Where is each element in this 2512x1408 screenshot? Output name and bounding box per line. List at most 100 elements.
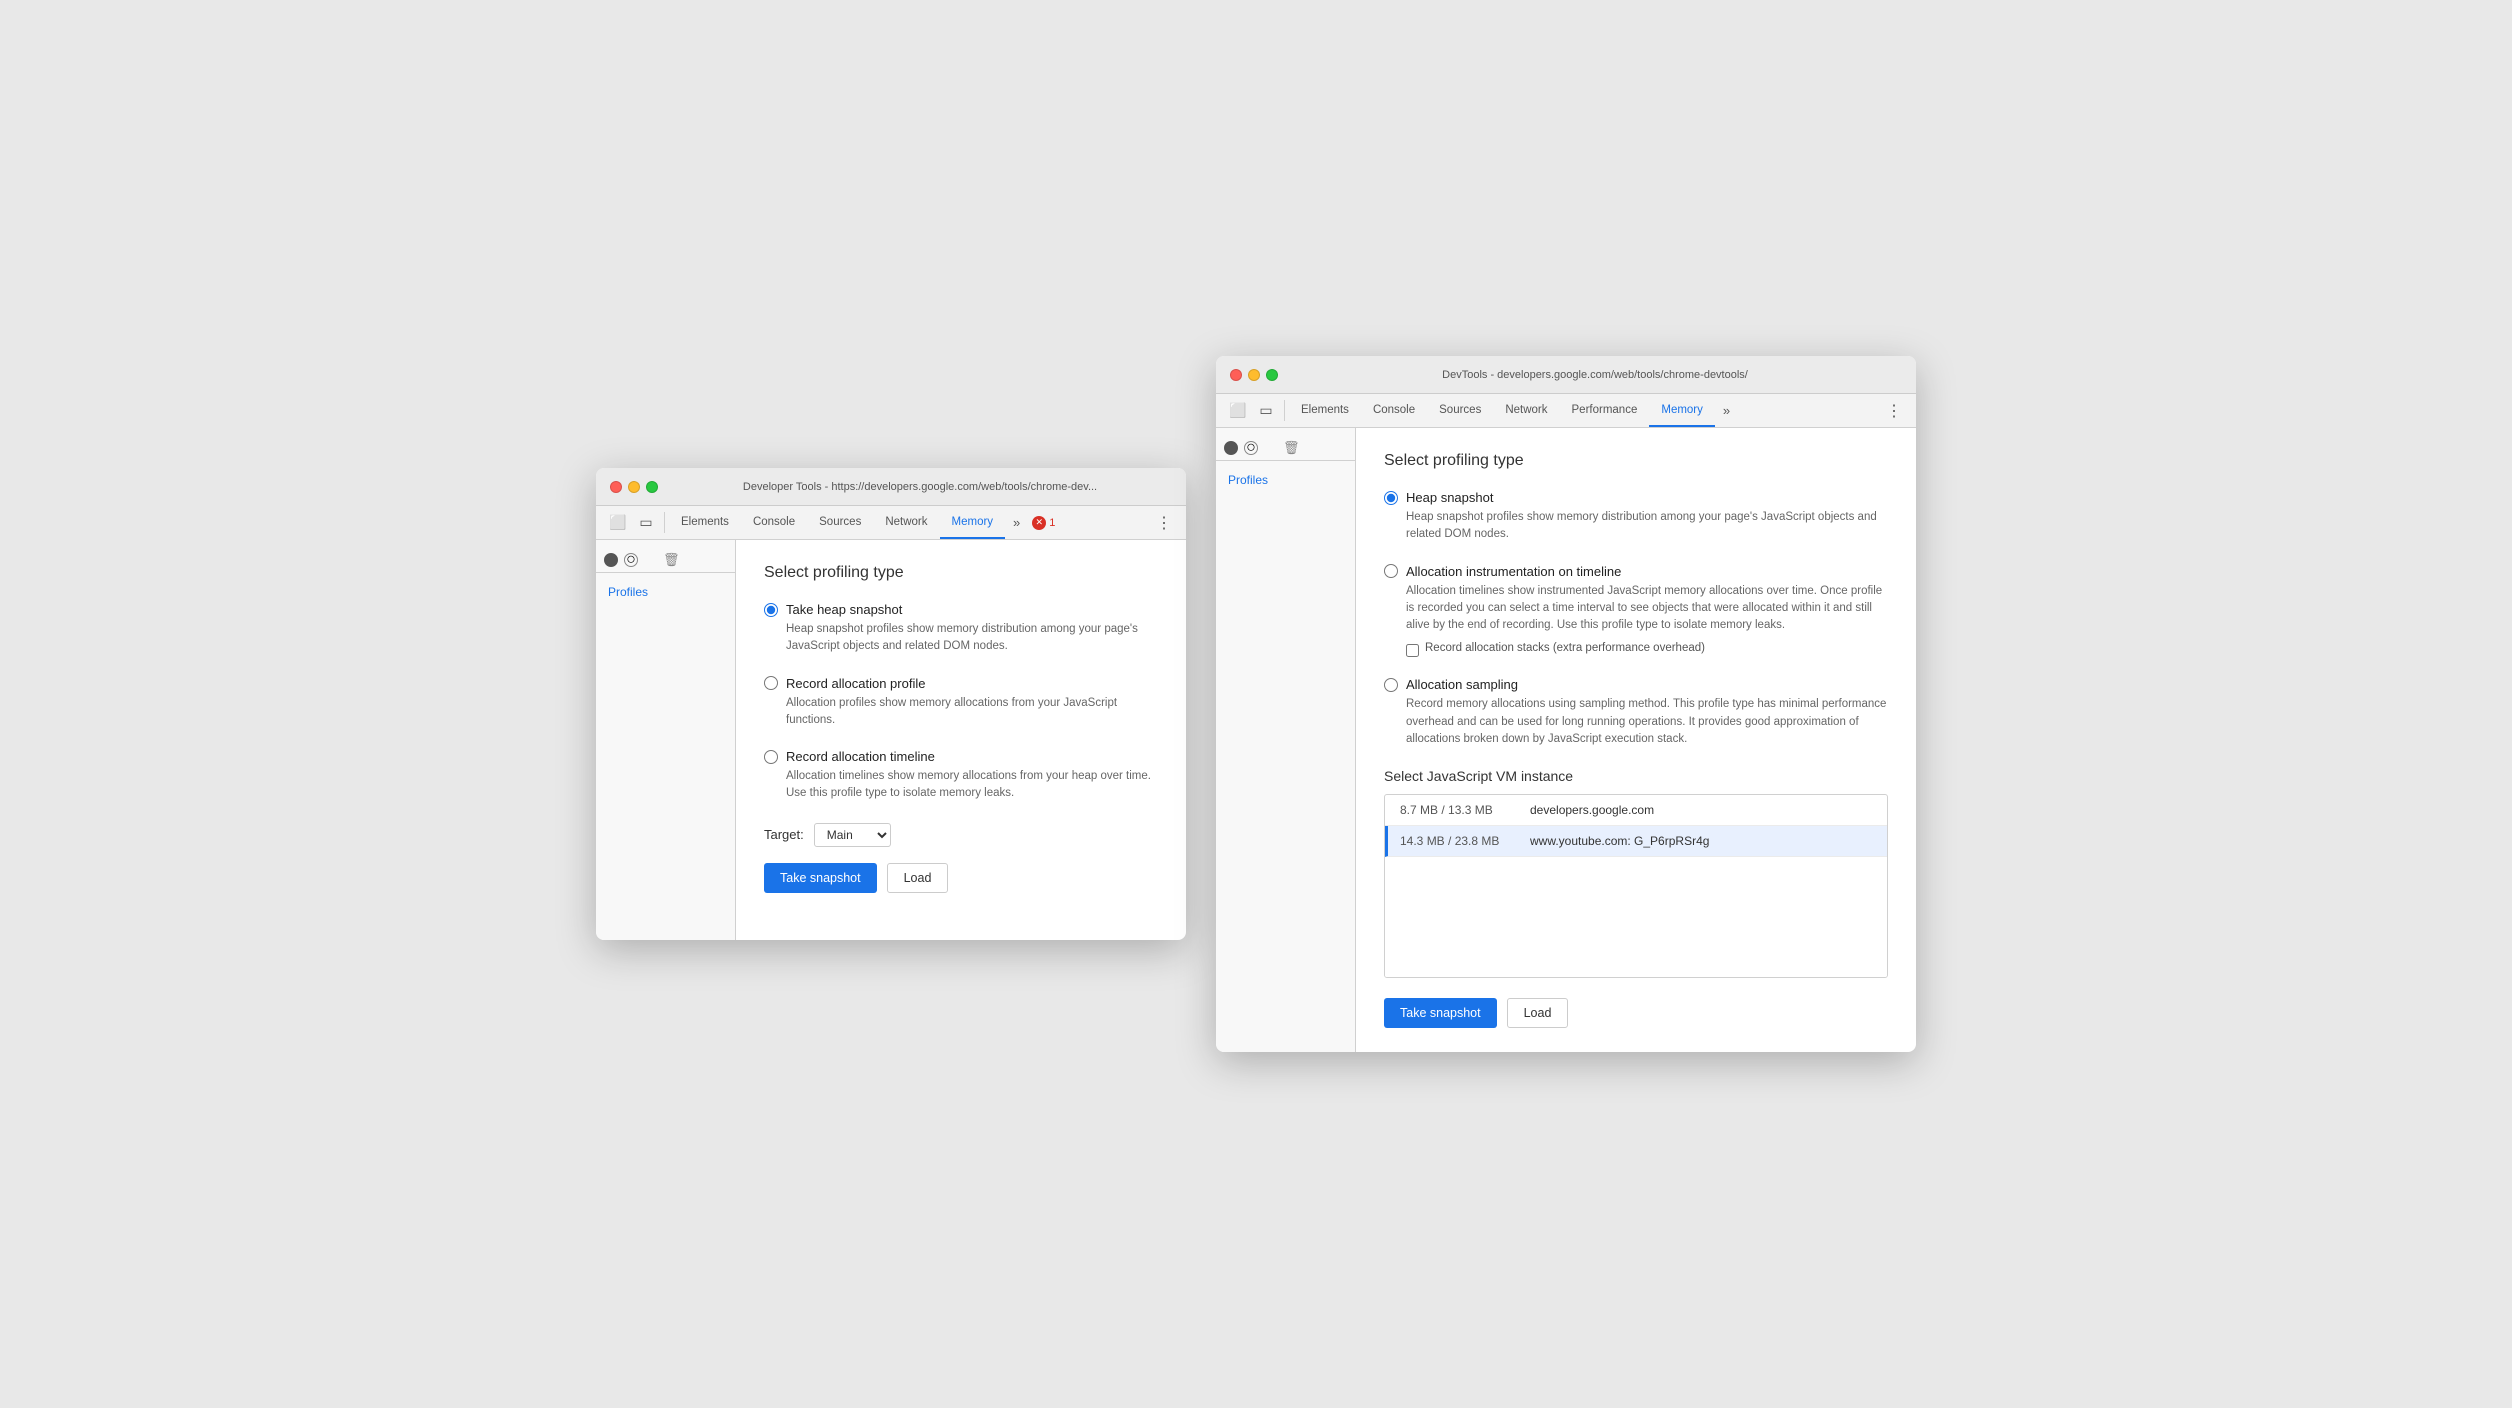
right-sidebar-toolbar: ○ 🗑	[1216, 436, 1355, 461]
left-panel-title: Select profiling type	[764, 564, 1158, 582]
menu-dots-right[interactable]: ⋮	[1880, 394, 1908, 427]
allocation-stacks-checkbox[interactable]	[1406, 644, 1419, 657]
right-stop-button[interactable]: ○	[1244, 441, 1258, 455]
left-sidebar-section: Profiles	[596, 573, 735, 611]
vm-section-title: Select JavaScript VM instance	[1384, 768, 1888, 784]
right-option-1-label[interactable]: Heap snapshot	[1406, 490, 1493, 505]
left-option-1: Take heap snapshot Heap snapshot profile…	[764, 602, 1158, 656]
right-radio-1[interactable]	[1384, 491, 1398, 505]
left-radio-2[interactable]	[764, 676, 778, 690]
right-option-2-label[interactable]: Allocation instrumentation on timeline	[1406, 564, 1621, 579]
left-tabs: Elements Console Sources Network Memory …	[669, 506, 1028, 539]
right-option-3-label[interactable]: Allocation sampling	[1406, 677, 1518, 692]
vm-memory-1: 14.3 MB / 23.8 MB	[1400, 834, 1530, 848]
right-radio-3[interactable]	[1384, 678, 1398, 692]
left-option-3-label[interactable]: Record allocation timeline	[786, 749, 935, 764]
maximize-button-right[interactable]	[1266, 369, 1278, 381]
traffic-lights-left	[610, 481, 658, 493]
clear-icon[interactable]: 🗑	[663, 552, 680, 568]
right-option-3-desc: Record memory allocations using sampling…	[1406, 696, 1888, 748]
right-option-3-header: Allocation sampling	[1384, 677, 1888, 692]
left-option-2-header: Record allocation profile	[764, 676, 1158, 691]
right-title-bar: DevTools - developers.google.com/web/too…	[1216, 356, 1916, 394]
left-target-row: Target: Main	[764, 823, 1158, 847]
tab-network[interactable]: Network	[873, 506, 939, 539]
right-clear-icon[interactable]: 🗑	[1283, 440, 1300, 456]
right-inspect-icon[interactable]: ⬜	[1224, 394, 1252, 427]
maximize-button-left[interactable]	[646, 481, 658, 493]
menu-dots-left[interactable]: ⋮	[1150, 506, 1178, 539]
right-load-button[interactable]: Load	[1507, 998, 1569, 1028]
left-option-2-desc: Allocation profiles show memory allocati…	[786, 695, 1158, 730]
tab-memory[interactable]: Memory	[940, 506, 1006, 539]
stop-button[interactable]: ○	[624, 553, 638, 567]
vm-empty-area	[1385, 857, 1887, 977]
right-devtools-body: ○ 🗑 Profiles Select profiling type Heap …	[1216, 428, 1916, 1052]
left-option-3-desc: Allocation timelines show memory allocat…	[786, 768, 1158, 803]
right-option-2: Allocation instrumentation on timeline A…	[1384, 564, 1888, 658]
device-icon[interactable]: ▭	[632, 506, 660, 539]
right-tab-elements[interactable]: Elements	[1289, 394, 1361, 427]
error-badge[interactable]: ✕ 1	[1032, 506, 1055, 539]
right-tabs: Elements Console Sources Network Perform…	[1289, 394, 1738, 427]
left-option-2-label[interactable]: Record allocation profile	[786, 676, 925, 691]
record-button[interactable]	[604, 553, 618, 567]
right-option-2-desc: Allocation timelines show instrumented J…	[1406, 583, 1888, 635]
right-toolbar: ⬜ ▭ Elements Console Sources Network Per…	[1216, 394, 1916, 428]
right-devtools-window: DevTools - developers.google.com/web/too…	[1216, 356, 1916, 1052]
close-button-right[interactable]	[1230, 369, 1242, 381]
vm-row-1[interactable]: 14.3 MB / 23.8 MB www.youtube.com: G_P6r…	[1385, 826, 1887, 857]
right-profiles-sidebar-item[interactable]: Profiles	[1228, 469, 1343, 491]
right-tab-performance[interactable]: Performance	[1560, 394, 1650, 427]
left-sidebar-toolbar: ○ 🗑	[596, 548, 735, 573]
right-radio-2[interactable]	[1384, 564, 1398, 578]
vm-row-0[interactable]: 8.7 MB / 13.3 MB developers.google.com	[1385, 795, 1887, 826]
left-option-1-label[interactable]: Take heap snapshot	[786, 602, 902, 617]
tab-elements[interactable]: Elements	[669, 506, 741, 539]
right-tab-memory[interactable]: Memory	[1649, 394, 1715, 427]
left-radio-1[interactable]	[764, 603, 778, 617]
tab-console[interactable]: Console	[741, 506, 807, 539]
right-btn-row: Take snapshot Load	[1384, 998, 1888, 1028]
right-tab-console[interactable]: Console	[1361, 394, 1427, 427]
right-option-3: Allocation sampling Record memory alloca…	[1384, 677, 1888, 748]
right-tab-network[interactable]: Network	[1493, 394, 1559, 427]
right-sidebar-section: Profiles	[1216, 461, 1355, 499]
vm-name-0: developers.google.com	[1530, 803, 1654, 817]
error-circle-icon: ✕	[1032, 516, 1046, 530]
allocation-stacks-label[interactable]: Record allocation stacks (extra performa…	[1425, 642, 1705, 654]
inspect-icon[interactable]: ⬜	[604, 506, 632, 539]
right-option-1-header: Heap snapshot	[1384, 490, 1888, 505]
left-target-select[interactable]: Main	[814, 823, 891, 847]
tab-sources[interactable]: Sources	[807, 506, 873, 539]
left-window-title: Developer Tools - https://developers.goo…	[668, 481, 1172, 493]
right-window-title: DevTools - developers.google.com/web/too…	[1288, 369, 1902, 381]
left-title-bar: Developer Tools - https://developers.goo…	[596, 468, 1186, 506]
profiles-sidebar-item[interactable]: Profiles	[608, 581, 723, 603]
vm-memory-0: 8.7 MB / 13.3 MB	[1400, 803, 1530, 817]
left-option-3: Record allocation timeline Allocation ti…	[764, 749, 1158, 803]
right-sidebar: ○ 🗑 Profiles	[1216, 428, 1356, 1052]
left-sidebar: ○ 🗑 Profiles	[596, 540, 736, 940]
left-load-button[interactable]: Load	[887, 863, 949, 893]
minimize-button-left[interactable]	[628, 481, 640, 493]
right-device-icon[interactable]: ▭	[1252, 394, 1280, 427]
right-take-snapshot-button[interactable]: Take snapshot	[1384, 998, 1497, 1028]
right-record-button[interactable]	[1224, 441, 1238, 455]
left-option-1-desc: Heap snapshot profiles show memory distr…	[786, 621, 1158, 656]
left-main-panel: Select profiling type Take heap snapshot…	[736, 540, 1186, 940]
left-option-1-header: Take heap snapshot	[764, 602, 1158, 617]
left-target-label: Target:	[764, 827, 804, 842]
left-option-3-header: Record allocation timeline	[764, 749, 1158, 764]
tab-more-left[interactable]: »	[1005, 506, 1028, 539]
right-tab-more[interactable]: »	[1715, 394, 1738, 427]
minimize-button-right[interactable]	[1248, 369, 1260, 381]
left-devtools-body: ○ 🗑 Profiles Select profiling type Take …	[596, 540, 1186, 940]
right-tab-sources[interactable]: Sources	[1427, 394, 1493, 427]
traffic-lights-right	[1230, 369, 1278, 381]
vm-name-1: www.youtube.com: G_P6rpRSr4g	[1530, 834, 1709, 848]
close-button-left[interactable]	[610, 481, 622, 493]
toolbar-separator	[664, 512, 665, 533]
left-take-snapshot-button[interactable]: Take snapshot	[764, 863, 877, 893]
left-radio-3[interactable]	[764, 750, 778, 764]
